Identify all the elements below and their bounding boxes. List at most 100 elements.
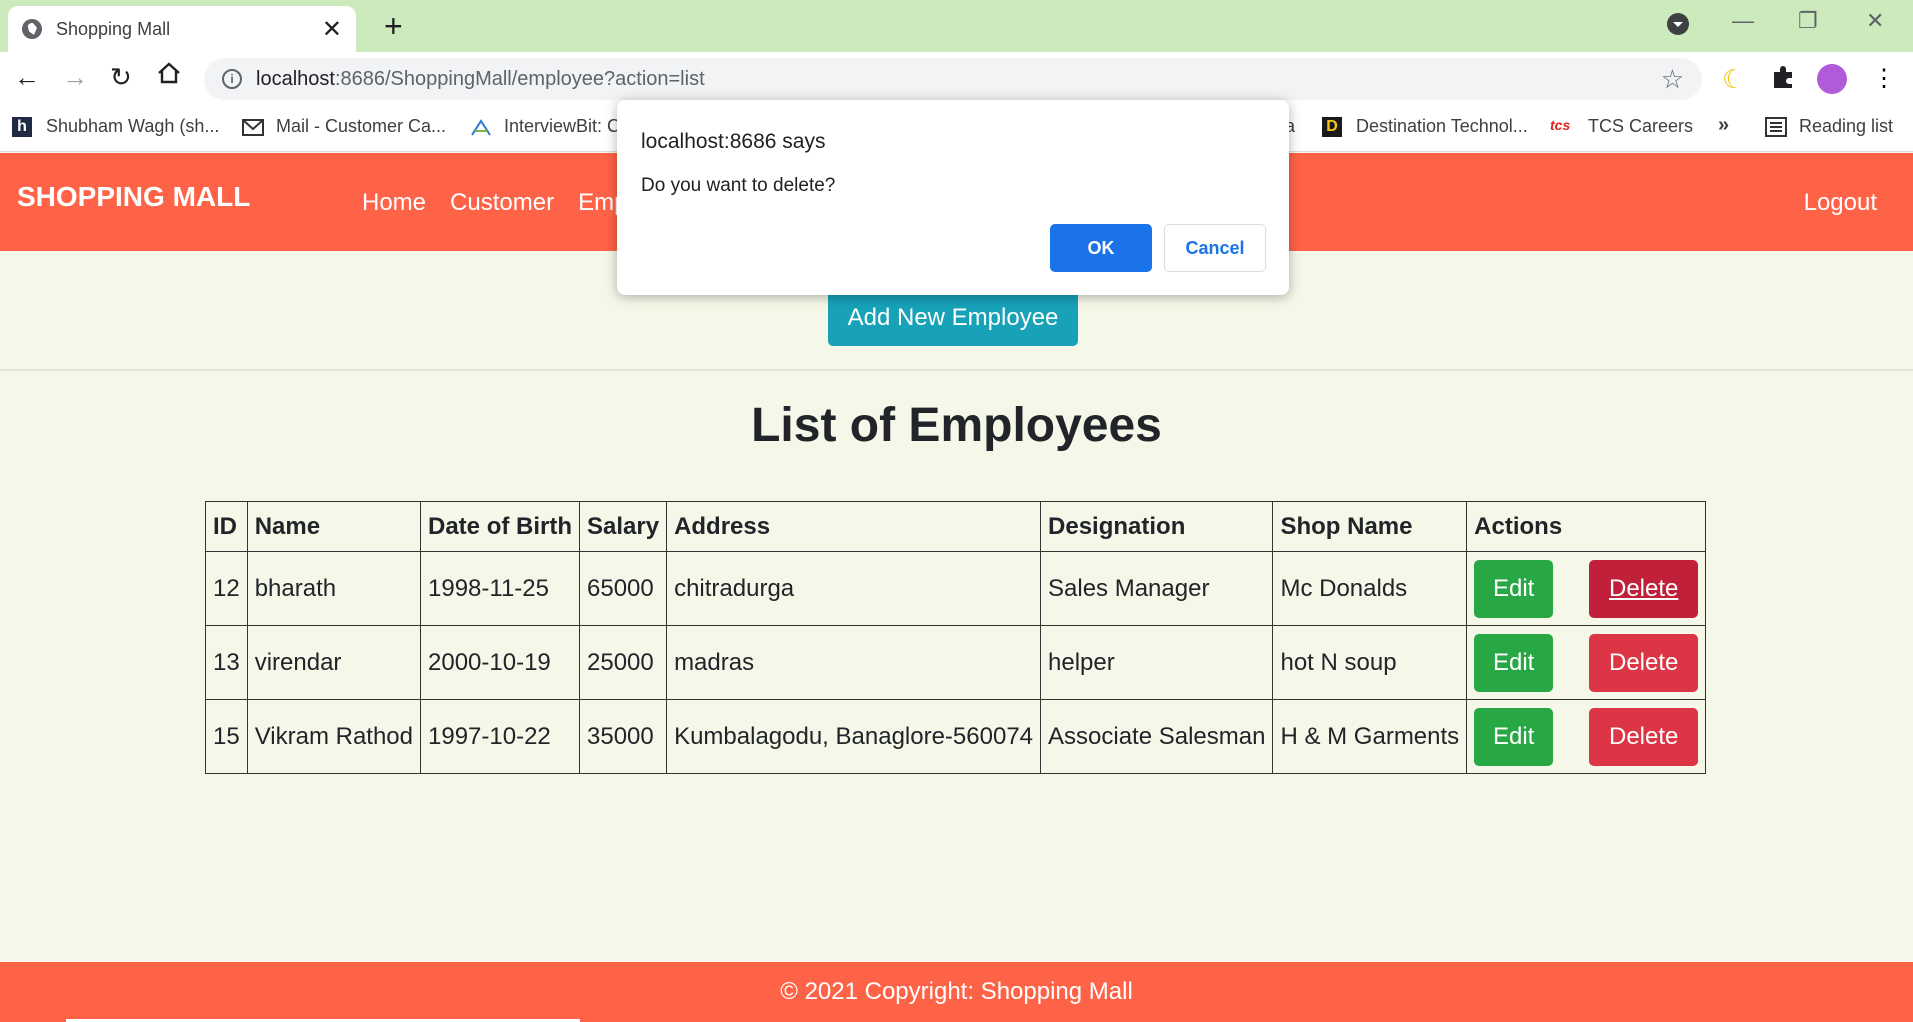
- cell-id: 12: [205, 551, 248, 626]
- cell-shop: H & M Garments: [1272, 699, 1468, 774]
- cell-name: bharath: [246, 551, 422, 626]
- cell-shop: Mc Donalds: [1272, 551, 1468, 626]
- cell-name: virendar: [246, 625, 422, 700]
- delete-button[interactable]: Delete: [1589, 559, 1699, 618]
- extensions-puzzle-icon[interactable]: [1770, 64, 1796, 97]
- globe-icon: [22, 19, 42, 39]
- column-header-name: Name: [246, 501, 422, 552]
- add-new-employee-button[interactable]: Add New Employee: [828, 290, 1078, 346]
- cell-designation: Associate Salesman: [1040, 699, 1274, 774]
- cell-salary: 65000: [578, 551, 668, 626]
- delete-button[interactable]: Delete: [1589, 707, 1699, 766]
- tab-close-icon[interactable]: ✕: [322, 15, 342, 44]
- column-header-id: ID: [205, 501, 248, 552]
- cell-address: Kumbalagodu, Banaglore-560074: [666, 699, 1042, 774]
- cell-dob: 2000-10-19: [420, 625, 580, 700]
- bookmark-label: TCS Careers: [1588, 116, 1694, 136]
- h-icon: h: [12, 116, 32, 137]
- browser-tab[interactable]: Shopping Mall ✕: [8, 6, 356, 52]
- cell-id: 13: [205, 625, 248, 700]
- cell-actions: Edit Delete: [1466, 551, 1707, 626]
- tab-search-icon[interactable]: [1666, 12, 1690, 42]
- edit-button[interactable]: Edit: [1474, 633, 1554, 692]
- interviewbit-icon: [470, 117, 491, 137]
- bookmark-item[interactable]: tcs TCS Careers: [1550, 116, 1693, 137]
- dialog-title: localhost:8686 says: [641, 130, 826, 153]
- minimize-icon[interactable]: —: [1732, 8, 1754, 34]
- reading-list-button[interactable]: Reading list: [1765, 116, 1893, 137]
- browser-tab-strip: Shopping Mall ✕ + — ❐ ✕: [0, 0, 1913, 52]
- column-header-designation: Designation: [1040, 501, 1274, 552]
- column-header-salary: Salary: [578, 501, 668, 552]
- address-bar[interactable]: i localhost:8686/ShoppingMall/employee?a…: [204, 58, 1702, 100]
- tab-title: Shopping Mall: [56, 18, 171, 39]
- nav-link-home[interactable]: Home: [362, 189, 426, 217]
- nav-link-customer[interactable]: Customer: [450, 189, 554, 217]
- bookmark-label: InterviewBit: C: [504, 116, 621, 136]
- employee-table: ID Name Date of Birth Salary Address Des…: [205, 501, 1707, 774]
- column-header-shop: Shop Name: [1272, 501, 1468, 552]
- dialog-message: Do you want to delete?: [641, 175, 836, 196]
- cell-shop: hot N soup: [1272, 625, 1468, 700]
- reading-list-label: Reading list: [1799, 116, 1894, 136]
- browser-menu-icon[interactable]: ⋮: [1872, 64, 1896, 93]
- back-icon[interactable]: ←: [14, 62, 40, 93]
- url-text[interactable]: localhost:8686/ShoppingMall/employee?act…: [256, 68, 1661, 91]
- cell-dob: 1998-11-25: [420, 551, 580, 626]
- table-header-row: ID Name Date of Birth Salary Address Des…: [205, 501, 1707, 552]
- d-icon: D: [1322, 116, 1342, 137]
- table-row: 15 Vikram Rathod 1997-10-22 35000 Kumbal…: [205, 699, 1707, 774]
- cell-name: Vikram Rathod: [246, 699, 422, 774]
- cell-address: chitradurga: [666, 551, 1042, 626]
- forward-icon[interactable]: →: [62, 62, 88, 93]
- bookmark-label: Mail - Customer Ca...: [276, 116, 447, 136]
- cell-designation: helper: [1040, 625, 1274, 700]
- bookmark-item[interactable]: Mail - Customer Ca...: [242, 116, 446, 137]
- bookmark-star-icon[interactable]: ☆: [1661, 64, 1684, 95]
- cell-salary: 35000: [578, 699, 668, 774]
- reload-icon[interactable]: ↻: [110, 62, 132, 93]
- cell-dob: 1997-10-22: [420, 699, 580, 774]
- bookmarks-overflow-button[interactable]: »: [1718, 114, 1729, 137]
- window-close-icon[interactable]: ✕: [1866, 8, 1884, 34]
- dark-mode-moon-icon[interactable]: ☾: [1722, 64, 1745, 95]
- reading-list-icon: [1765, 116, 1787, 137]
- cell-id: 15: [205, 699, 248, 774]
- restore-icon[interactable]: ❐: [1798, 8, 1818, 34]
- logout-link[interactable]: Logout: [1804, 189, 1877, 217]
- cell-actions: Edit Delete: [1466, 625, 1707, 700]
- url-path: :8686/ShoppingMall/employee?action=list: [334, 67, 705, 90]
- column-header-address: Address: [666, 501, 1042, 552]
- bookmark-item[interactable]: D Destination Technol...: [1322, 116, 1528, 137]
- url-host: localhost: [256, 67, 335, 90]
- nav-links: Home Customer Emp: [362, 189, 627, 217]
- cell-actions: Edit Delete: [1466, 699, 1707, 774]
- profile-avatar[interactable]: [1817, 64, 1847, 94]
- column-header-actions: Actions: [1466, 501, 1707, 552]
- dialog-ok-button[interactable]: OK: [1050, 224, 1152, 272]
- page-title: List of Employees: [751, 399, 1162, 452]
- bookmark-item[interactable]: InterviewBit: C: [470, 116, 620, 137]
- tcs-icon: tcs: [1550, 116, 1571, 133]
- site-info-icon[interactable]: i: [222, 69, 242, 89]
- delete-button[interactable]: Delete: [1589, 633, 1699, 692]
- new-tab-icon[interactable]: +: [384, 8, 403, 45]
- page-footer: © 2021 Copyright: Shopping Mall: [0, 962, 1913, 1022]
- dialog-cancel-button[interactable]: Cancel: [1164, 224, 1266, 272]
- home-icon[interactable]: [156, 60, 182, 93]
- divider: [0, 369, 1913, 371]
- cell-designation: Sales Manager: [1040, 551, 1274, 626]
- table-row: 13 virendar 2000-10-19 25000 madras help…: [205, 625, 1707, 700]
- edit-button[interactable]: Edit: [1474, 707, 1554, 766]
- browser-toolbar: ← → ↻ i localhost:8686/ShoppingMall/empl…: [0, 52, 1913, 104]
- table-row: 12 bharath 1998-11-25 65000 chitradurga …: [205, 551, 1707, 626]
- column-header-dob: Date of Birth: [420, 501, 580, 552]
- brand-logo[interactable]: SHOPPING MALL: [17, 181, 250, 213]
- mail-icon: [242, 117, 264, 137]
- cell-salary: 25000: [578, 625, 668, 700]
- confirm-dialog: localhost:8686 says Do you want to delet…: [617, 100, 1289, 295]
- bookmark-label: Shubham Wagh (sh...: [46, 116, 220, 136]
- cell-address: madras: [666, 625, 1042, 700]
- bookmark-item[interactable]: h Shubham Wagh (sh...: [12, 116, 219, 137]
- edit-button[interactable]: Edit: [1474, 559, 1554, 618]
